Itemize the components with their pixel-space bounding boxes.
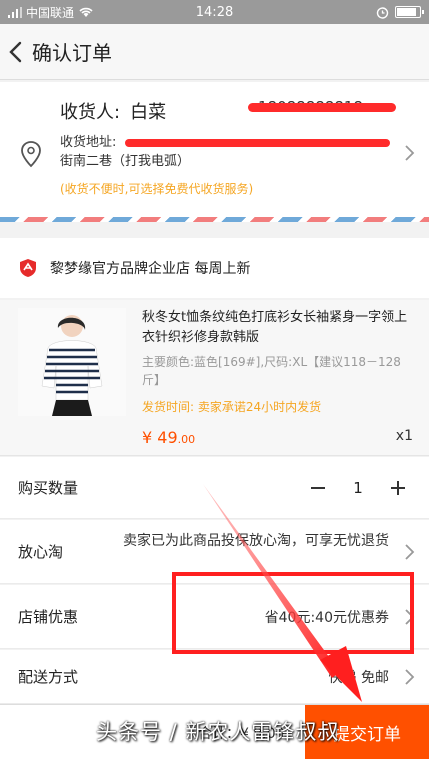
redaction-mark xyxy=(248,103,396,112)
watermark: 头条号 / 新农人雷锋叔叔 xyxy=(96,720,340,744)
receiver-name: 白菜 xyxy=(130,102,167,123)
clock: 14:28 xyxy=(195,4,234,20)
product-photo-illustration xyxy=(18,308,126,416)
shipping-time-label: 发货时间: xyxy=(142,400,195,414)
delivery-value: 快递 免邮 xyxy=(328,669,389,686)
battery-icon xyxy=(395,6,424,18)
redaction-mark xyxy=(125,139,390,147)
annotation-highlight-box xyxy=(172,572,414,654)
price-main: ¥ 49 xyxy=(142,428,178,447)
chevron-right-icon xyxy=(405,145,415,161)
shop-discount-label: 店铺优惠 xyxy=(18,608,79,626)
location-pin-icon xyxy=(21,141,41,168)
chevron-right-icon xyxy=(405,544,415,560)
back-arrow-icon xyxy=(9,41,22,62)
quantity-stepper: 1 xyxy=(303,473,413,503)
back-button[interactable] xyxy=(0,24,30,80)
delivery-row[interactable]: 配送方式 快递 免邮 xyxy=(0,650,429,704)
quantity-label: 购买数量 xyxy=(18,479,79,497)
delivery-label: 配送方式 xyxy=(18,668,79,686)
address-card[interactable]: 收货人:白菜 18088888818 收货地址: 街南二巷（打我电弧） (收货不… xyxy=(0,82,429,222)
quantity-row: 购买数量 1 xyxy=(0,457,429,519)
assurance-label: 放心淘 xyxy=(18,543,64,561)
shop-name: 黎梦缘官方品牌企业店 每周上新 xyxy=(50,261,251,277)
assurance-value: 卖家已为此商品投保放心淘，可享无忧退货 xyxy=(123,533,389,549)
page-title: 确认订单 xyxy=(32,41,112,65)
product-thumbnail xyxy=(18,308,126,416)
shop-header[interactable]: 黎梦缘官方品牌企业店 每周上新 xyxy=(0,238,429,298)
minus-icon xyxy=(311,486,325,489)
status-bar: 中国联通 14:28 xyxy=(0,0,429,24)
product-quantity: x1 xyxy=(395,428,413,444)
nav-bar: 确认订单 xyxy=(0,24,429,80)
receiver: 收货人: 白菜 xyxy=(60,98,176,124)
shipping-time: 发货时间: 卖家承诺24小时内发货 xyxy=(142,398,321,415)
product-attributes: 主要颜色:蓝色[169#],尺码:XL【建议118－128斤】 xyxy=(142,355,401,387)
shipping-time-text: 卖家承诺24小时内发货 xyxy=(197,400,322,414)
decrease-button[interactable] xyxy=(303,473,333,503)
receiver-label: 收货人: xyxy=(60,102,121,123)
product-title: 秋冬女t恤条纹纯色打底衫女长袖紧身一字领上衣针织衫修身款韩版 xyxy=(142,310,408,345)
product-price: ¥ 49.00 xyxy=(142,428,195,447)
address-text: 街南二巷（打我电弧） xyxy=(60,154,191,169)
quantity-value[interactable]: 1 xyxy=(333,479,383,497)
shop-badge-icon xyxy=(20,259,36,277)
collection-service-hint[interactable]: (收货不便时,可选择免费代收货服务) xyxy=(60,180,253,197)
chevron-right-icon xyxy=(405,668,415,685)
price-decimal: .00 xyxy=(177,433,196,446)
plus-icon xyxy=(391,480,405,495)
product-item[interactable]: 秋冬女t恤条纹纯色打底衫女长袖紧身一字领上衣针织衫修身款韩版 主要颜色:蓝色[1… xyxy=(0,300,429,456)
increase-button[interactable] xyxy=(383,473,413,503)
envelope-border xyxy=(0,217,429,222)
